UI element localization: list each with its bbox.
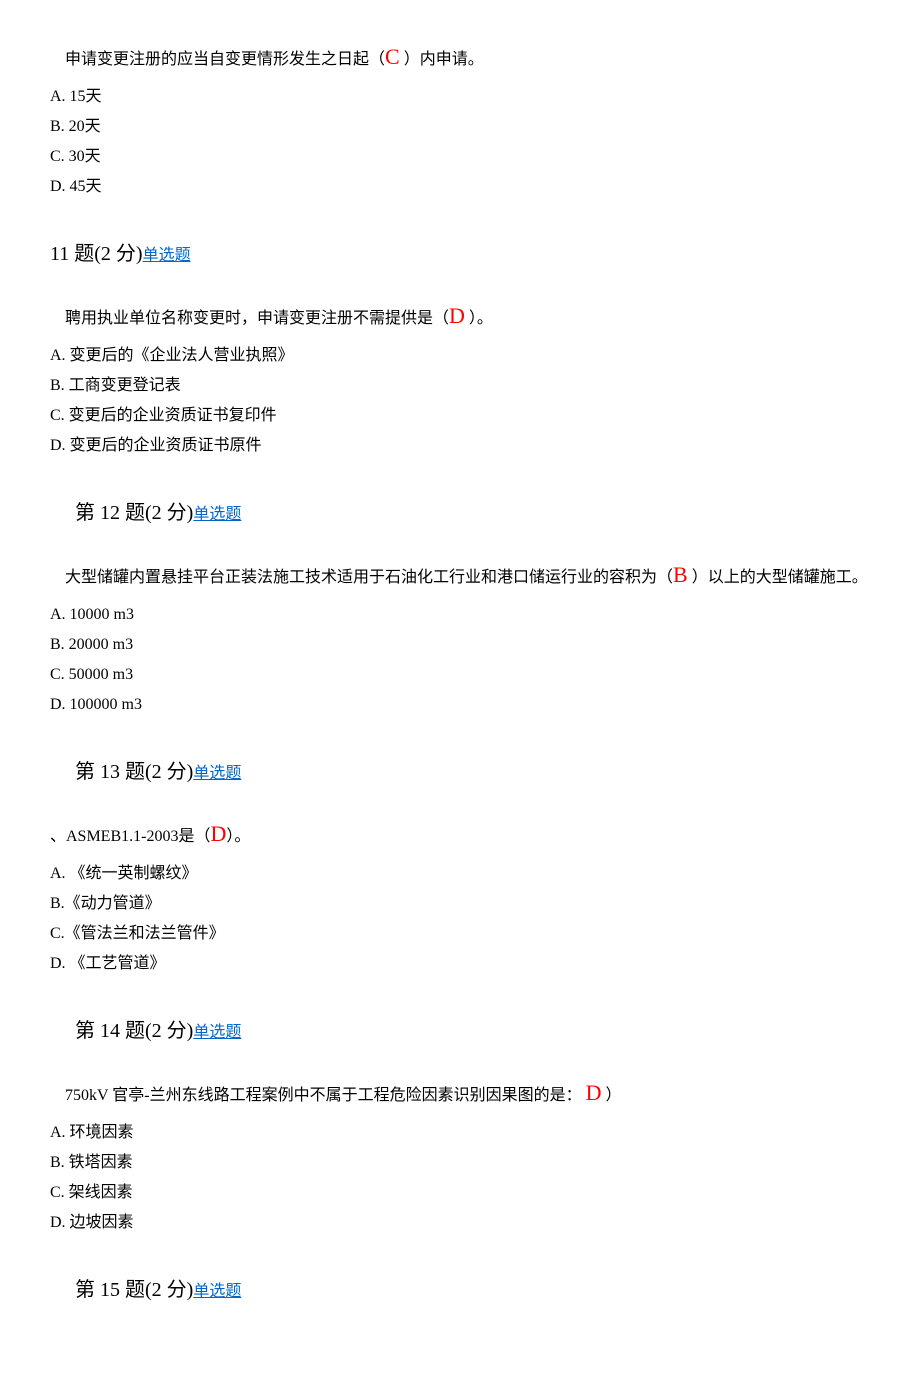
question-text-before: 申请变更注册的应当自变更情形发生之日起（ xyxy=(65,51,385,68)
option-c: C.《管法兰和法兰管件》 xyxy=(50,922,870,946)
option-a: A. 10000 m3 xyxy=(50,603,870,627)
option-d: D. 变更后的企业资质证书原件 xyxy=(50,434,870,458)
question-15-header: 第 15 题(2 分)单选题 xyxy=(50,1275,870,1305)
question-text-before: 大型储罐内置悬挂平台正装法施工技术适用于石油化工行业和港口储运行业的容积为（ xyxy=(65,569,673,586)
question-text: 750kV 官亭-兰州东线路工程案例中不属于工程危险因素识别因果图的是： D ） xyxy=(50,1076,870,1109)
option-a: A. 15天 xyxy=(50,85,870,109)
options-list: A. 10000 m3 B. 20000 m3 C. 50000 m3 D. 1… xyxy=(50,603,870,717)
question-13-header: 第 13 题(2 分)单选题 xyxy=(50,757,870,787)
option-b: B. 工商变更登记表 xyxy=(50,374,870,398)
option-a: A. 环境因素 xyxy=(50,1121,870,1145)
question-type-link[interactable]: 单选题 xyxy=(193,1283,241,1300)
question-text: 、ASMEB1.1-2003是（D）。 xyxy=(50,817,870,850)
option-d: D. 《工艺管道》 xyxy=(50,952,870,976)
option-d: D. 45天 xyxy=(50,175,870,199)
answer-letter: D xyxy=(586,1080,602,1105)
question-number: 第 13 题(2 分) xyxy=(75,761,193,783)
question-text-after: ）。 xyxy=(226,828,250,845)
option-b: B. 铁塔因素 xyxy=(50,1151,870,1175)
answer-letter: C xyxy=(385,44,400,69)
option-c: C. 30天 xyxy=(50,145,870,169)
question-text: 大型储罐内置悬挂平台正装法施工技术适用于石油化工行业和港口储运行业的容积为（B … xyxy=(50,558,870,591)
options-list: A. 15天 B. 20天 C. 30天 D. 45天 xyxy=(50,85,870,199)
options-list: A. 《统一英制螺纹》 B.《动力管道》 C.《管法兰和法兰管件》 D. 《工艺… xyxy=(50,862,870,976)
question-11: 聘用执业单位名称变更时，申请变更注册不需提供是（D ）。 A. 变更后的《企业法… xyxy=(50,299,870,458)
option-c: C. 变更后的企业资质证书复印件 xyxy=(50,404,870,428)
question-14-header: 第 14 题(2 分)单选题 xyxy=(50,1016,870,1046)
options-list: A. 变更后的《企业法人营业执照》 B. 工商变更登记表 C. 变更后的企业资质… xyxy=(50,344,870,458)
option-c: C. 架线因素 xyxy=(50,1181,870,1205)
question-type-link[interactable]: 单选题 xyxy=(193,1024,241,1041)
question-text-after: ）。 xyxy=(465,310,493,327)
option-b: B.《动力管道》 xyxy=(50,892,870,916)
option-a: A. 变更后的《企业法人营业执照》 xyxy=(50,344,870,368)
question-text-after: ） xyxy=(602,1087,622,1104)
question-12: 大型储罐内置悬挂平台正装法施工技术适用于石油化工行业和港口储运行业的容积为（B … xyxy=(50,558,870,717)
question-10: 申请变更注册的应当自变更情形发生之日起（C ）内申请。 A. 15天 B. 20… xyxy=(50,40,870,199)
option-d: D. 100000 m3 xyxy=(50,693,870,717)
question-number: 第 15 题(2 分) xyxy=(75,1279,193,1301)
question-number: 第 12 题(2 分) xyxy=(75,502,193,524)
question-number: 11 题(2 分) xyxy=(50,243,143,265)
option-c: C. 50000 m3 xyxy=(50,663,870,687)
answer-letter: B xyxy=(673,562,688,587)
question-text-after: ）内申请。 xyxy=(400,51,484,68)
question-type-link[interactable]: 单选题 xyxy=(143,247,191,264)
question-text: 申请变更注册的应当自变更情形发生之日起（C ）内申请。 xyxy=(50,40,870,73)
question-13: 、ASMEB1.1-2003是（D）。 A. 《统一英制螺纹》 B.《动力管道》… xyxy=(50,817,870,976)
option-b: B. 20天 xyxy=(50,115,870,139)
option-d: D. 边坡因素 xyxy=(50,1211,870,1235)
answer-letter: D xyxy=(449,303,465,328)
question-11-header: 11 题(2 分)单选题 xyxy=(50,239,870,269)
options-list: A. 环境因素 B. 铁塔因素 C. 架线因素 D. 边坡因素 xyxy=(50,1121,870,1235)
question-text-before: 750kV 官亭-兰州东线路工程案例中不属于工程危险因素识别因果图的是： xyxy=(65,1087,586,1104)
question-type-link[interactable]: 单选题 xyxy=(193,765,241,782)
question-type-link[interactable]: 单选题 xyxy=(193,506,241,523)
question-12-header: 第 12 题(2 分)单选题 xyxy=(50,498,870,528)
question-text-before: 聘用执业单位名称变更时，申请变更注册不需提供是（ xyxy=(65,310,449,327)
option-a: A. 《统一英制螺纹》 xyxy=(50,862,870,886)
question-text-after: ）以上的大型储罐施工。 xyxy=(688,569,868,586)
answer-letter: D xyxy=(210,821,226,846)
question-14: 750kV 官亭-兰州东线路工程案例中不属于工程危险因素识别因果图的是： D ）… xyxy=(50,1076,870,1235)
question-text: 聘用执业单位名称变更时，申请变更注册不需提供是（D ）。 xyxy=(50,299,870,332)
question-number: 第 14 题(2 分) xyxy=(75,1020,193,1042)
question-text-before: 、ASMEB1.1-2003是（ xyxy=(50,828,210,845)
option-b: B. 20000 m3 xyxy=(50,633,870,657)
